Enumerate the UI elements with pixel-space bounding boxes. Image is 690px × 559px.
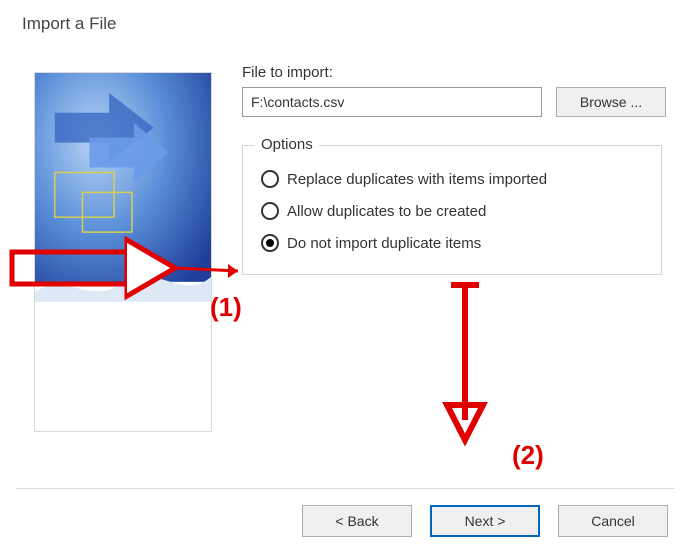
options-legend: Options [255,136,319,153]
form-area: File to import: Browse ... Options Repla… [242,64,672,275]
radio-icon[interactable] [261,202,279,220]
options-group: Options Replace duplicates with items im… [242,145,662,275]
radio-icon[interactable] [261,234,279,252]
file-path-input[interactable] [242,87,542,117]
cancel-button[interactable]: Cancel [558,505,668,537]
option-do-not-import-duplicates[interactable]: Do not import duplicate items [261,234,645,252]
dialog-content: File to import: Browse ... Options Repla… [22,60,672,479]
option-label: Do not import duplicate items [287,235,481,252]
dialog-title: Import a File [0,0,690,34]
next-button[interactable]: Next > [430,505,540,537]
button-row: < Back Next > Cancel [302,505,668,537]
separator [16,488,674,489]
option-label: Allow duplicates to be created [287,203,486,220]
file-to-import-label: File to import: [242,64,672,81]
option-label: Replace duplicates with items imported [287,171,547,188]
option-replace-duplicates[interactable]: Replace duplicates with items imported [261,170,645,188]
option-allow-duplicates[interactable]: Allow duplicates to be created [261,202,645,220]
radio-icon[interactable] [261,170,279,188]
browse-button[interactable]: Browse ... [556,87,666,117]
back-button[interactable]: < Back [302,505,412,537]
wizard-graphic [34,72,212,432]
